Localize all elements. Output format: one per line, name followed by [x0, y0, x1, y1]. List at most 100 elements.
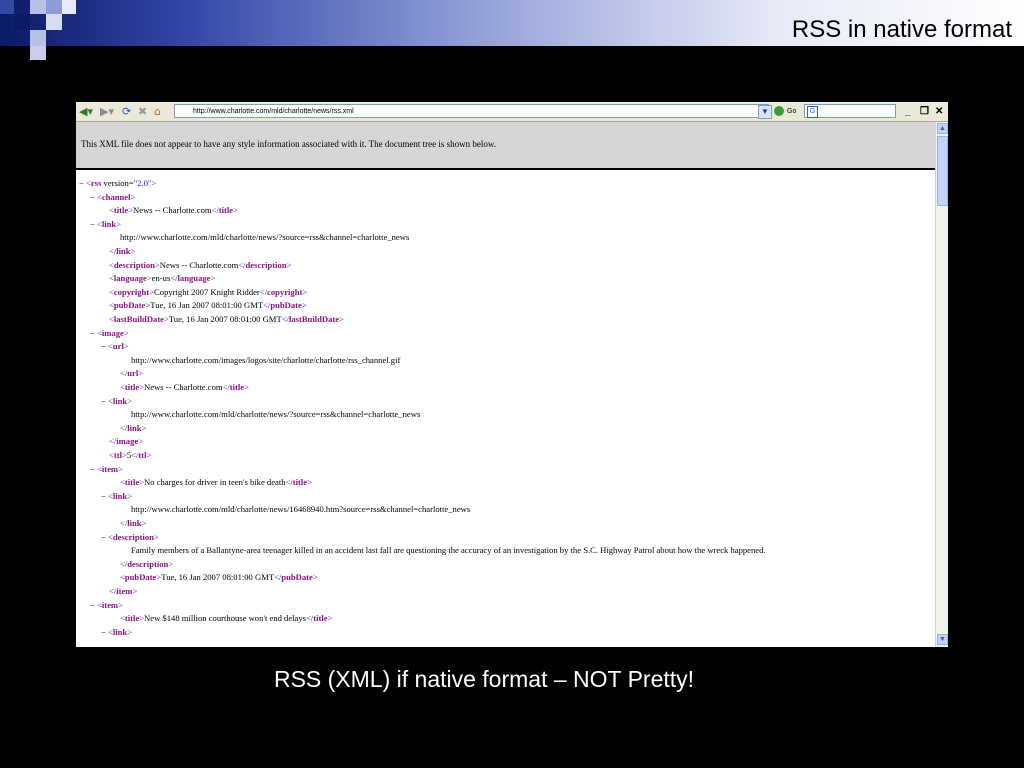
- xml-token: >: [210, 273, 216, 284]
- xml-tag-name: language: [113, 273, 147, 284]
- minimize-icon[interactable]: _: [905, 105, 911, 118]
- xml-tag-name: image: [101, 327, 124, 338]
- xml-token: </: [238, 259, 246, 270]
- xml-token: </: [222, 382, 230, 392]
- xml-tag-name: title: [124, 382, 140, 392]
- xml-text: News -- Charlotte.com: [133, 205, 212, 216]
- xml-token: >: [153, 531, 159, 542]
- xml-token: </: [211, 205, 219, 216]
- xml-tag-name: title: [124, 477, 140, 488]
- vertical-scrollbar[interactable]: ▲ ▼: [935, 122, 948, 647]
- xml-info-bar: This XML file does not appear to have an…: [76, 122, 935, 170]
- xml-line: </image>: [109, 436, 143, 446]
- xml-line[interactable]: − <item>: [90, 464, 123, 474]
- collapse-toggle[interactable]: −: [101, 532, 108, 542]
- collapse-toggle[interactable]: −: [101, 341, 108, 351]
- xml-line[interactable]: − <item>: [90, 600, 123, 610]
- xml-line: <title>News -- Charlotte.com</title>: [120, 382, 249, 392]
- stop-icon[interactable]: ✖: [138, 105, 147, 118]
- go-icon: [774, 106, 784, 117]
- xml-line: http://www.charlotte.com/images/logos/si…: [131, 355, 400, 365]
- collapse-toggle[interactable]: −: [90, 464, 97, 474]
- xml-line: <lastBuildDate>Tue, 16 Jan 2007 08:01:00…: [109, 314, 344, 324]
- xml-line[interactable]: − <link>: [101, 491, 132, 501]
- search-engine-icon: G: [807, 106, 818, 118]
- xml-line[interactable]: − <description>: [101, 532, 159, 542]
- scroll-thumb[interactable]: [937, 136, 948, 206]
- xml-text: Tue, 16 Jan 2007 08:01:00 GMT: [161, 572, 275, 583]
- xml-tag-name: description: [113, 259, 155, 270]
- xml-line[interactable]: − <link>: [101, 627, 132, 637]
- collapse-toggle[interactable]: −: [101, 627, 108, 637]
- xml-tag-name: title: [124, 613, 140, 624]
- home-icon[interactable]: ⌂: [154, 105, 161, 118]
- xml-line[interactable]: − <link>: [101, 396, 132, 406]
- xml-tag-name: pubDate: [281, 572, 313, 583]
- scroll-up-icon[interactable]: ▲: [937, 123, 948, 134]
- xml-line: <language>en-us</language>: [109, 273, 215, 283]
- address-dropdown-icon[interactable]: ▼: [758, 105, 772, 119]
- collapse-toggle[interactable]: −: [90, 219, 97, 229]
- xml-line: </link>: [109, 246, 135, 256]
- collapse-toggle[interactable]: −: [79, 178, 86, 188]
- xml-tag-name: rss: [90, 178, 102, 188]
- xml-line: <title>No charges for driver in teen's b…: [120, 477, 312, 487]
- xml-tag-name: description: [127, 558, 169, 569]
- xml-tag-name: language: [177, 273, 211, 284]
- back-arrow-icon[interactable]: ◀▾: [79, 105, 93, 118]
- xml-tag-name: link: [127, 422, 142, 433]
- xml-tag-name: title: [292, 477, 308, 488]
- go-button[interactable]: Go: [774, 105, 796, 118]
- collapse-toggle[interactable]: −: [90, 600, 97, 610]
- xml-text: en-us: [151, 273, 171, 284]
- xml-line: </item>: [109, 586, 137, 596]
- collapse-toggle[interactable]: −: [101, 396, 108, 406]
- xml-tag-name: link: [112, 490, 128, 501]
- scroll-down-icon[interactable]: ▼: [937, 634, 948, 645]
- xml-token: >: [130, 191, 136, 202]
- xml-token: >: [118, 599, 123, 610]
- xml-tag-name: pubDate: [270, 300, 302, 311]
- xml-tag-name: copyright: [267, 286, 303, 297]
- xml-line[interactable]: − <link>: [90, 219, 121, 229]
- close-icon[interactable]: ✕: [935, 105, 943, 118]
- xml-token: >: [123, 327, 129, 338]
- xml-token: >: [146, 450, 152, 460]
- xml-tag-name: channel: [101, 191, 131, 202]
- browser-toolbar: ◀▾ ▶▾ ⟳ ✖ ⌂ http://www.charlotte.com/mld…: [76, 102, 948, 122]
- xml-line[interactable]: − <image>: [90, 328, 129, 338]
- refresh-icon[interactable]: ⟳: [122, 105, 131, 118]
- xml-line[interactable]: − <url>: [101, 341, 129, 351]
- xml-token: >: [233, 205, 238, 216]
- xml-token: >: [151, 178, 157, 188]
- collapse-toggle[interactable]: −: [90, 328, 97, 338]
- xml-tag-name: link: [112, 626, 128, 637]
- xml-tag-name: title: [229, 382, 245, 392]
- xml-tag-name: lastBuildDate: [113, 314, 164, 324]
- forward-arrow-icon[interactable]: ▶▾: [100, 105, 114, 118]
- xml-line: Family members of a Ballantyne-area teen…: [131, 545, 766, 555]
- restore-icon[interactable]: ❐: [920, 105, 929, 118]
- xml-line: http://www.charlotte.com/mld/charlotte/n…: [131, 409, 420, 419]
- xml-line: <copyright>Copyright 2007 Knight Ridder<…: [109, 287, 307, 297]
- search-input[interactable]: G: [804, 104, 896, 118]
- xml-line[interactable]: − <channel>: [90, 192, 135, 202]
- xml-token: >: [302, 286, 308, 297]
- xml-token: >: [141, 422, 147, 433]
- collapse-toggle[interactable]: −: [90, 192, 97, 202]
- xml-line[interactable]: − <rss version="2.0">: [79, 178, 156, 188]
- collapse-toggle[interactable]: −: [101, 491, 108, 501]
- xml-tag-name: title: [313, 613, 328, 624]
- xml-tag-name: item: [101, 463, 119, 474]
- address-bar[interactable]: http://www.charlotte.com/mld/charlotte/n…: [174, 104, 769, 118]
- xml-info-text: This XML file does not appear to have an…: [81, 139, 497, 149]
- xml-line: <title>New $148 million courthouse won't…: [120, 613, 332, 623]
- xml-line: http://www.charlotte.com/mld/charlotte/n…: [120, 232, 409, 242]
- xml-token: >: [138, 436, 144, 447]
- xml-tag-name: ttl: [113, 450, 122, 460]
- xml-token: </: [259, 286, 268, 297]
- xml-token: >: [130, 246, 136, 256]
- xml-text: News -- Charlotte.com: [144, 382, 223, 392]
- xml-line: http://www.charlotte.com/mld/charlotte/n…: [131, 504, 470, 514]
- xml-tag-name: link: [112, 395, 128, 406]
